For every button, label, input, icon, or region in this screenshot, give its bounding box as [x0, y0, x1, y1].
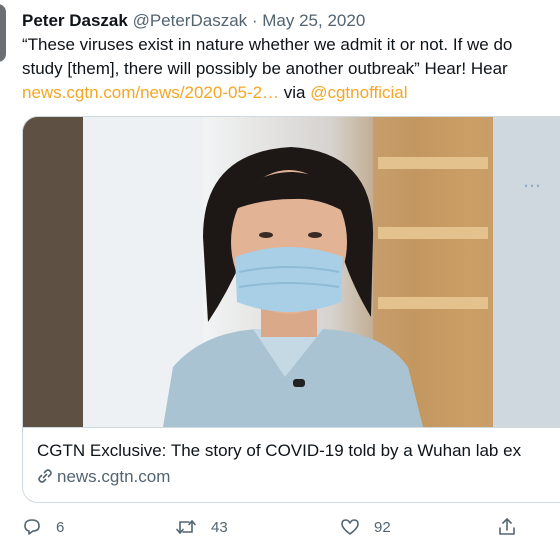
share-button[interactable] — [497, 512, 517, 542]
like-count: 92 — [374, 518, 391, 536]
tweet-text: “These viruses exist in nature whether w… — [22, 33, 560, 105]
retweet-icon — [176, 520, 196, 534]
card-domain-text: news.cgtn.com — [57, 467, 171, 486]
tweet-header: Peter Daszak @PeterDaszak · May 25, 2020 — [22, 9, 365, 33]
video-thumbnail-woman-in-mask: … — [23, 117, 560, 427]
heart-icon — [341, 519, 359, 535]
via-handle-link[interactable]: @cgtnofficial — [310, 83, 407, 102]
reply-count: 6 — [56, 518, 65, 536]
tweet[interactable]: Peter Daszak @PeterDaszak · May 25, 2020… — [0, 0, 560, 560]
author-handle[interactable]: @PeterDaszak — [133, 11, 248, 30]
tweet-actions: 6 43 92 — [0, 512, 560, 542]
article-link[interactable]: news.cgtn.com/news/2020-05-2… — [22, 83, 279, 102]
avatar[interactable] — [0, 4, 6, 62]
retweet-button[interactable]: 43 — [175, 512, 228, 542]
author-name[interactable]: Peter Daszak — [22, 11, 128, 30]
link-icon — [37, 468, 53, 490]
reply-button[interactable]: 6 — [22, 512, 64, 542]
like-button[interactable]: 92 — [340, 512, 391, 542]
comment-icon — [24, 519, 40, 535]
card-title[interactable]: CGTN Exclusive: The story of COVID-19 to… — [37, 440, 521, 462]
card-footer[interactable]: CGTN Exclusive: The story of COVID-19 to… — [23, 427, 560, 502]
link-card[interactable]: … CGTN Exclusive: The story of COVID-19 … — [22, 116, 560, 503]
tweet-text-line-2: study [them], there will possibly be ano… — [22, 59, 508, 78]
share-icon — [499, 518, 515, 535]
retweet-count: 43 — [211, 518, 228, 536]
card-domain: news.cgtn.com — [37, 466, 170, 490]
header-separator: · — [247, 11, 263, 30]
tweet-text-line-1: “These viruses exist in nature whether w… — [22, 35, 513, 54]
via-label: via — [279, 83, 311, 102]
tweet-date[interactable]: May 25, 2020 — [262, 11, 365, 30]
svg-text:…: … — [523, 171, 541, 192]
card-image[interactable]: … — [23, 117, 560, 427]
tweet-text-line-3: news.cgtn.com/news/2020-05-2… via @cgtno… — [22, 81, 560, 105]
